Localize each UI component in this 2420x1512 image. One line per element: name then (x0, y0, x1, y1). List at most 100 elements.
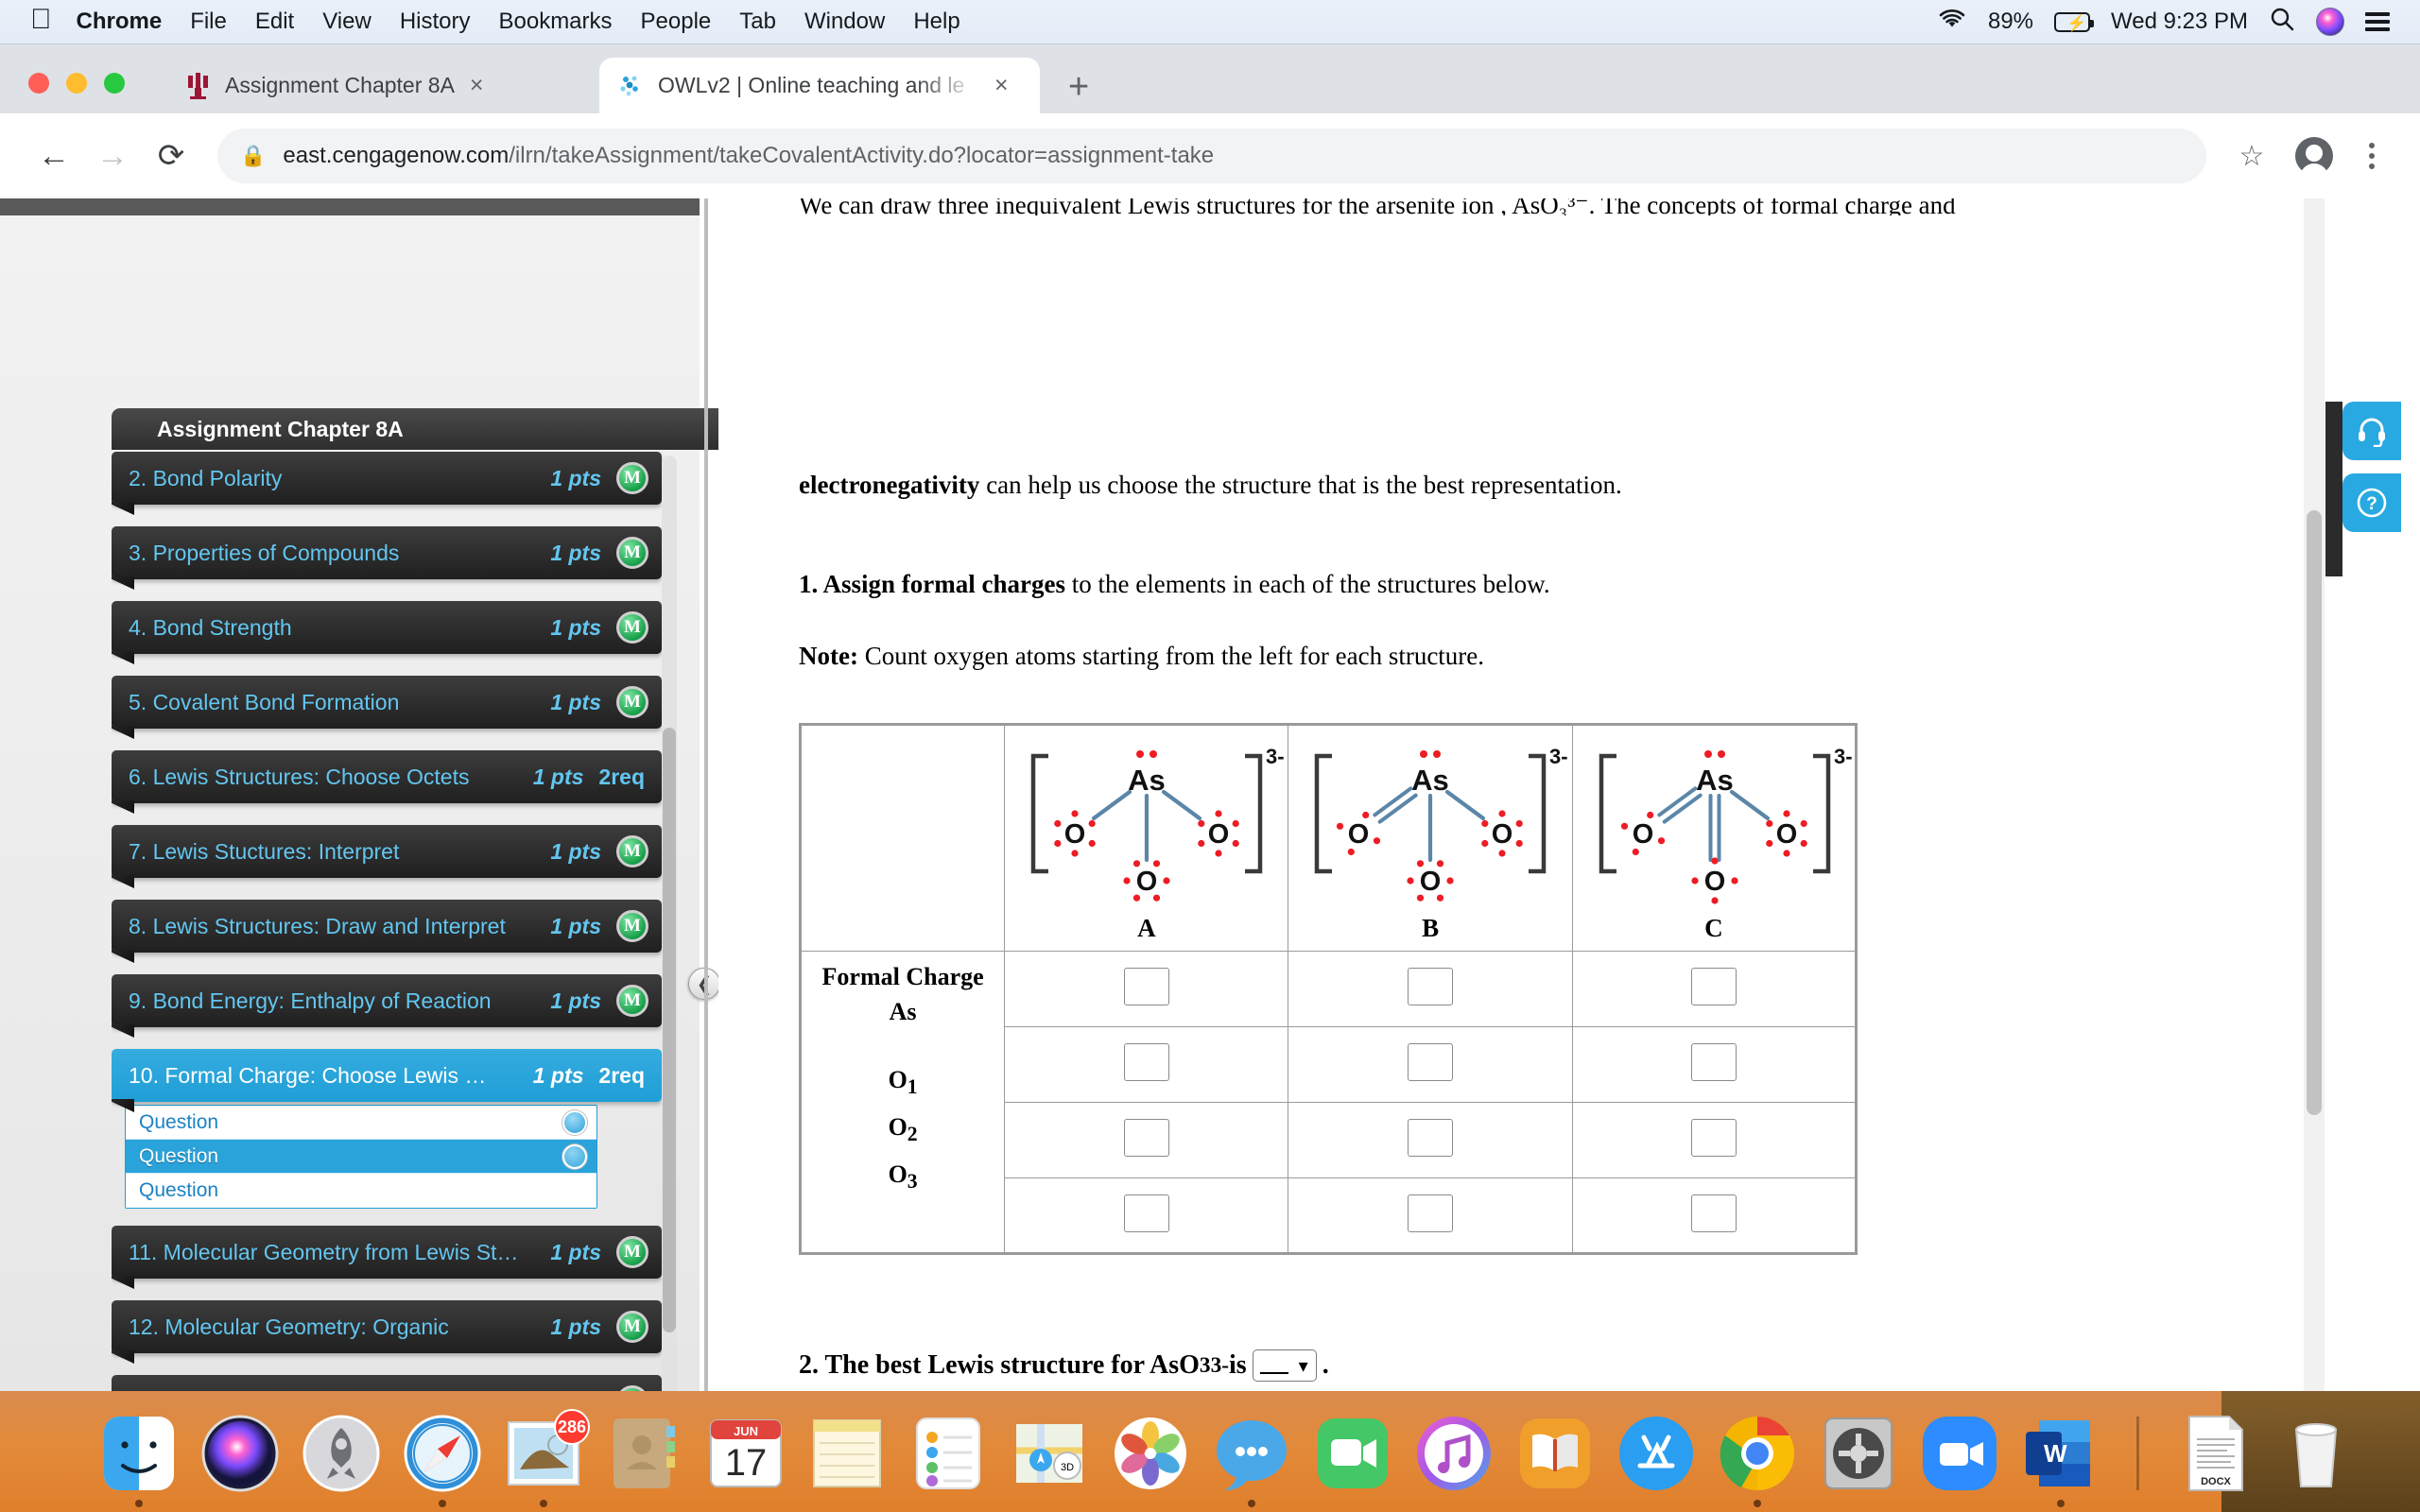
sidebar-group-5[interactable]: 5. Covalent Bond Formation 1 pts M (112, 676, 662, 729)
control-center-icon[interactable] (2365, 12, 2390, 31)
maximize-window-button[interactable] (104, 73, 125, 94)
formal-charge-input-b-as[interactable] (1408, 968, 1454, 1005)
sidebar-group-6[interactable]: 6. Lewis Structures: Choose Octets 1 pts 2… (112, 750, 662, 803)
sidebar-scrollbar-thumb[interactable] (663, 728, 676, 1332)
dock-icon-app-store[interactable] (1616, 1413, 1697, 1494)
star-icon[interactable]: ☆ (2223, 140, 2280, 173)
dock-icon-facetime[interactable] (1312, 1413, 1393, 1494)
svg-text:O: O (1420, 867, 1442, 897)
dock-icon-notes[interactable] (806, 1413, 888, 1494)
menu-item-file[interactable]: File (190, 9, 227, 35)
formal-charge-input-a-o3[interactable] (1123, 1194, 1169, 1232)
dock-icon-mail[interactable]: 286 (503, 1409, 590, 1507)
sidebar-group-10[interactable]: 10. Formal Charge: Choose Lewis … 1 pts 2r… (112, 1049, 662, 1102)
sidebar-group-3[interactable]: 3. Properties of Compounds 1 pts M (112, 526, 662, 579)
question-item-1[interactable]: Question (126, 1106, 596, 1140)
menu-item-bookmarks[interactable]: Bookmarks (498, 9, 612, 35)
menu-item-tab[interactable]: Tab (739, 9, 776, 35)
question-2-prompt: 2. The best Lewis structure for AsO 3 3- i… (799, 1349, 1329, 1382)
dock-icon-photos[interactable] (1110, 1413, 1191, 1494)
profile-avatar-icon[interactable] (2295, 137, 2333, 179)
question-status-icon (562, 1143, 587, 1169)
apple-logo-icon[interactable]:  (30, 4, 52, 36)
dock-running-indicator (135, 1500, 143, 1507)
best-structure-select[interactable]: ▾ (1252, 1349, 1317, 1382)
sidebar-group-4[interactable]: 4. Bond Strength 1 pts M (112, 601, 662, 654)
dock-icon-reminders[interactable] (908, 1413, 989, 1494)
back-arrow-icon[interactable]: ← (25, 138, 83, 175)
new-tab-button[interactable]: + (1068, 69, 1089, 105)
dock-icon-system-preferences[interactable] (1818, 1413, 1899, 1494)
formal-charge-input-a-as[interactable] (1123, 968, 1169, 1005)
padlock-icon: 🔒 (240, 144, 267, 167)
dock-icon-ibooks[interactable] (1514, 1413, 1596, 1494)
battery-icon[interactable]: ⚡ (2054, 11, 2095, 32)
dock-icon-zoom[interactable] (1919, 1413, 2000, 1494)
dock-icon-launchpad[interactable] (301, 1413, 382, 1494)
dock-icon-contacts[interactable] (604, 1413, 685, 1494)
svg-text:O: O (1492, 819, 1513, 850)
formal-charge-input-b-o3[interactable] (1408, 1194, 1454, 1232)
reload-icon[interactable]: ⟳ (142, 137, 200, 175)
dock-icon-finder[interactable] (98, 1413, 180, 1507)
menu-item-chrome[interactable]: Chrome (77, 9, 163, 35)
cell-c-o2 (1571, 1102, 1858, 1178)
sidebar-group-7[interactable]: 7. Lewis Stuctures: Interpret 1 pts M (112, 825, 662, 878)
help-rail-background (2325, 402, 2342, 576)
structure-cell-c: 3- As O O O C (1571, 724, 1858, 952)
question-item-3[interactable]: Question (126, 1174, 596, 1208)
dock-icon-messages[interactable] (1211, 1413, 1292, 1507)
dock-icon-docx-document[interactable]: DOCX (2174, 1413, 2256, 1494)
dock-icon-safari[interactable] (402, 1413, 483, 1507)
question-mark-help-icon[interactable]: ? (2342, 473, 2401, 532)
dock-icon-calendar[interactable]: JUN 17 (705, 1413, 786, 1494)
assignment-title: Assignment Chapter 8A (157, 416, 404, 441)
browser-tab-owlv2[interactable]: OWLv2 | Online teaching and le × (599, 58, 1040, 113)
formal-charge-input-c-o2[interactable] (1690, 1119, 1737, 1157)
sidebar-group-12[interactable]: 12. Molecular Geometry: Organic 1 pts M (112, 1300, 662, 1353)
page-scrollbar-thumb[interactable] (2307, 510, 2322, 1115)
question-item-2[interactable]: Question (126, 1140, 596, 1174)
formal-charge-input-b-o2[interactable] (1408, 1119, 1454, 1157)
siri-icon[interactable] (2316, 8, 2344, 36)
forward-arrow-icon[interactable]: → (83, 138, 142, 175)
minimize-window-button[interactable] (66, 73, 87, 94)
menu-item-window[interactable]: Window (804, 9, 885, 35)
close-window-button[interactable] (28, 73, 49, 94)
close-tab-icon[interactable]: × (994, 72, 1009, 99)
close-tab-icon[interactable]: × (470, 72, 484, 99)
formal-charge-input-c-o3[interactable] (1690, 1194, 1737, 1232)
three-dot-menu-icon[interactable] (2348, 143, 2395, 169)
browser-tab-assignment[interactable]: Assignment Chapter 8A × (166, 58, 592, 113)
formal-charge-input-c-o1[interactable] (1690, 1043, 1737, 1081)
menu-item-people[interactable]: People (641, 9, 712, 35)
dock-icon-maps[interactable]: 3D (1009, 1413, 1090, 1494)
wifi-icon[interactable] (1937, 8, 1967, 37)
formal-charge-input-a-o1[interactable] (1123, 1043, 1169, 1081)
window-traffic-lights[interactable] (28, 73, 125, 94)
formal-charge-input-b-o1[interactable] (1408, 1043, 1454, 1081)
menu-item-edit[interactable]: Edit (255, 9, 294, 35)
structure-label-c: C (1704, 914, 1723, 942)
spotlight-search-icon[interactable] (2269, 6, 2295, 39)
sidebar-group-13[interactable]: 13. Molecular Polarity1 ptsM (112, 1375, 662, 1391)
page-viewport: Assignment Chapter 8A [Review Topics] [R… (0, 198, 2420, 1391)
menu-item-history[interactable]: History (400, 9, 471, 35)
dock-icon-microsoft-word[interactable]: W (2020, 1413, 2101, 1507)
sidebar-group-required: 2req (598, 764, 645, 789)
sidebar-group-2[interactable]: 2. Bond Polarity 1 pts M (112, 452, 662, 505)
sidebar-group-9[interactable]: 9. Bond Energy: Enthalpy of Reaction 1 pt… (112, 974, 662, 1027)
headset-support-icon[interactable] (2342, 402, 2401, 460)
menu-item-view[interactable]: View (322, 9, 372, 35)
sidebar-group-8[interactable]: 8. Lewis Structures: Draw and Interpret 1… (112, 900, 662, 953)
menu-item-help[interactable]: Help (913, 9, 959, 35)
address-bar[interactable]: 🔒 east.cengagenow.com /ilrn/takeAssignme… (217, 129, 2206, 183)
dock-icon-trash[interactable] (2275, 1413, 2357, 1494)
formal-charge-input-a-o2[interactable] (1123, 1119, 1169, 1157)
dock-icon-chrome[interactable] (1717, 1413, 1798, 1507)
cell-a-o2 (1004, 1102, 1289, 1178)
dock-icon-itunes[interactable] (1413, 1413, 1495, 1494)
dock-icon-siri[interactable] (199, 1413, 281, 1494)
formal-charge-input-c-as[interactable] (1690, 968, 1737, 1005)
sidebar-group-11[interactable]: 11. Molecular Geometry from Lewis St… 1 p… (112, 1226, 662, 1279)
